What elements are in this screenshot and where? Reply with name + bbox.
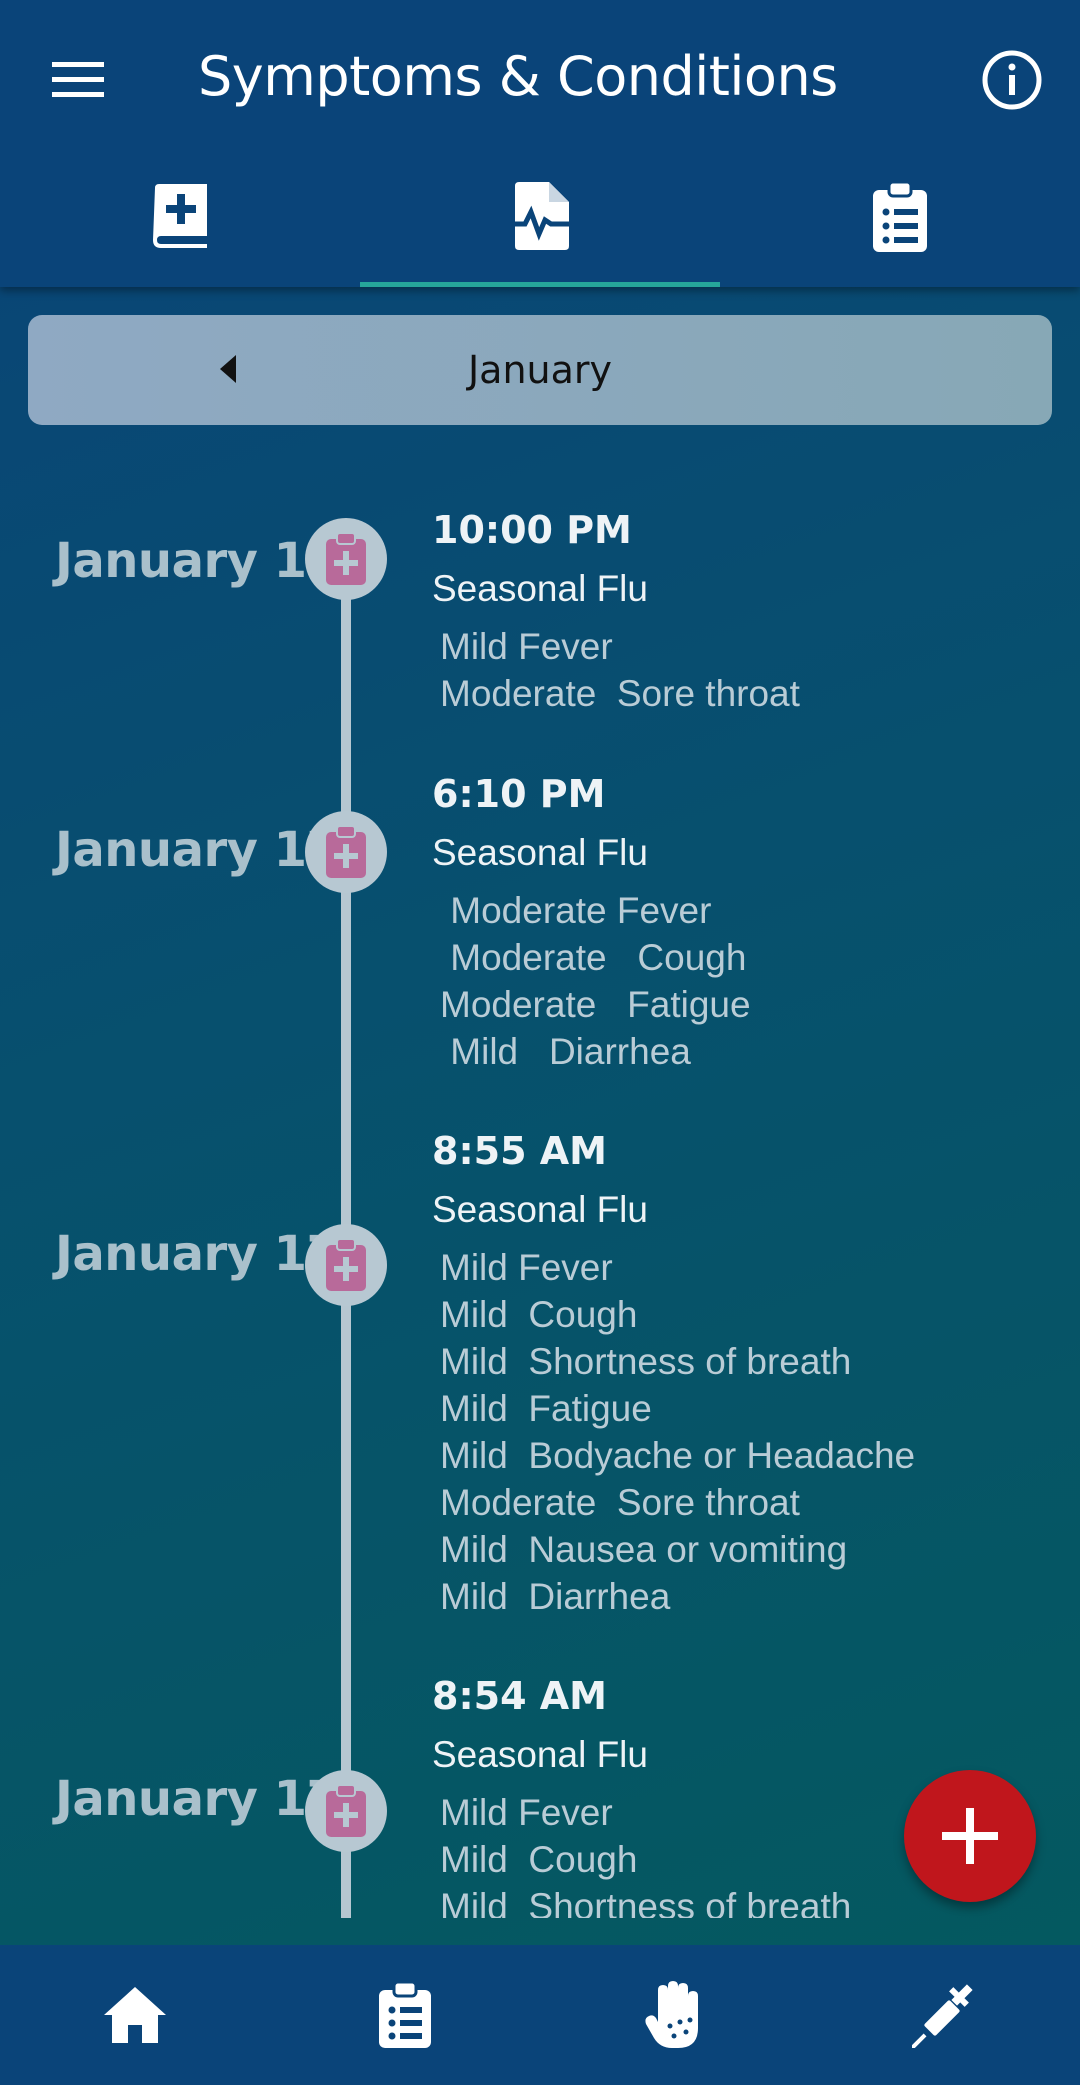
symptom-item: Mild Diarrhea [440,1031,691,1072]
tab-journal[interactable] [0,160,360,287]
nav-hand[interactable] [540,1945,810,2085]
clipboard-medical-icon [305,1770,387,1852]
tab-list[interactable] [720,160,1080,287]
file-pulse-icon [511,182,569,250]
symptom-item: Moderate Fatigue [440,984,751,1025]
clipboard-medical-icon [305,811,387,893]
symptom-item: Moderate Fever [440,890,712,931]
clipboard-medical-icon [305,518,387,600]
syringe-icon [912,1984,973,2048]
home-icon [104,1987,166,2043]
bottom-nav [0,1945,1080,2085]
entry-time: 6:10 PM [432,772,606,816]
symptom-item: Mild Fever [440,626,613,667]
entry-date: January 17 [55,1771,340,1827]
page-title: Symptoms & Conditions [198,45,838,108]
medical-book-icon [153,184,207,248]
plus-icon [942,1808,998,1864]
timeline: January 18 10:00 PM Seasonal Flu Mild Fe… [0,440,1080,1918]
entry-condition: Seasonal Flu [432,832,648,873]
entry-condition: Seasonal Flu [432,1189,648,1230]
symptom-item: Mild Fatigue [440,1388,652,1429]
symptom-item: Mild Nausea or vomiting [440,1529,848,1570]
symptom-item: Mild Fever [440,1247,613,1288]
symptom-item: Mild Fever [440,1792,613,1833]
symptom-item: Mild Diarrhea [440,1576,671,1617]
tab-bar [0,160,1080,287]
month-label: January [467,348,613,392]
clipboard-list-icon [379,1982,431,2048]
nav-syringe[interactable] [810,1945,1080,2085]
entry-time: 8:54 AM [432,1674,607,1718]
symptom-item: Moderate Sore throat [440,673,800,714]
symptom-item: Mild Shortness of breath [440,1886,852,1918]
entry-time: 10:00 PM [432,508,632,552]
symptom-item: Mild Cough [440,1839,638,1880]
tab-symptoms[interactable] [360,160,720,287]
hand-dots-icon [645,1981,698,2048]
symptom-item: Mild Cough [440,1294,638,1335]
entry-date: January 18 [55,533,340,589]
nav-home[interactable] [0,1945,270,2085]
symptom-item: Mild Bodyache or Headache [440,1435,916,1476]
add-entry-button[interactable] [904,1770,1036,1902]
month-selector: January [28,315,1052,425]
caret-left-icon[interactable] [208,349,248,389]
entry-date: January 17 [55,1226,340,1282]
symptom-item: Mild Shortness of breath [440,1341,852,1382]
clipboard-medical-icon [305,1224,387,1306]
clipboard-list-icon [873,182,927,252]
entry-condition: Seasonal Flu [432,568,648,609]
entry-date: January 17 [55,822,340,878]
entry-condition: Seasonal Flu [432,1734,648,1775]
app-bar: Symptoms & Conditions [0,0,1080,287]
symptom-item: Moderate Sore throat [440,1482,800,1523]
menu-icon[interactable] [40,50,116,110]
nav-clipboard[interactable] [270,1945,540,2085]
entry-time: 8:55 AM [432,1129,607,1173]
symptom-item: Moderate Cough [440,937,747,978]
info-icon[interactable] [980,48,1044,112]
